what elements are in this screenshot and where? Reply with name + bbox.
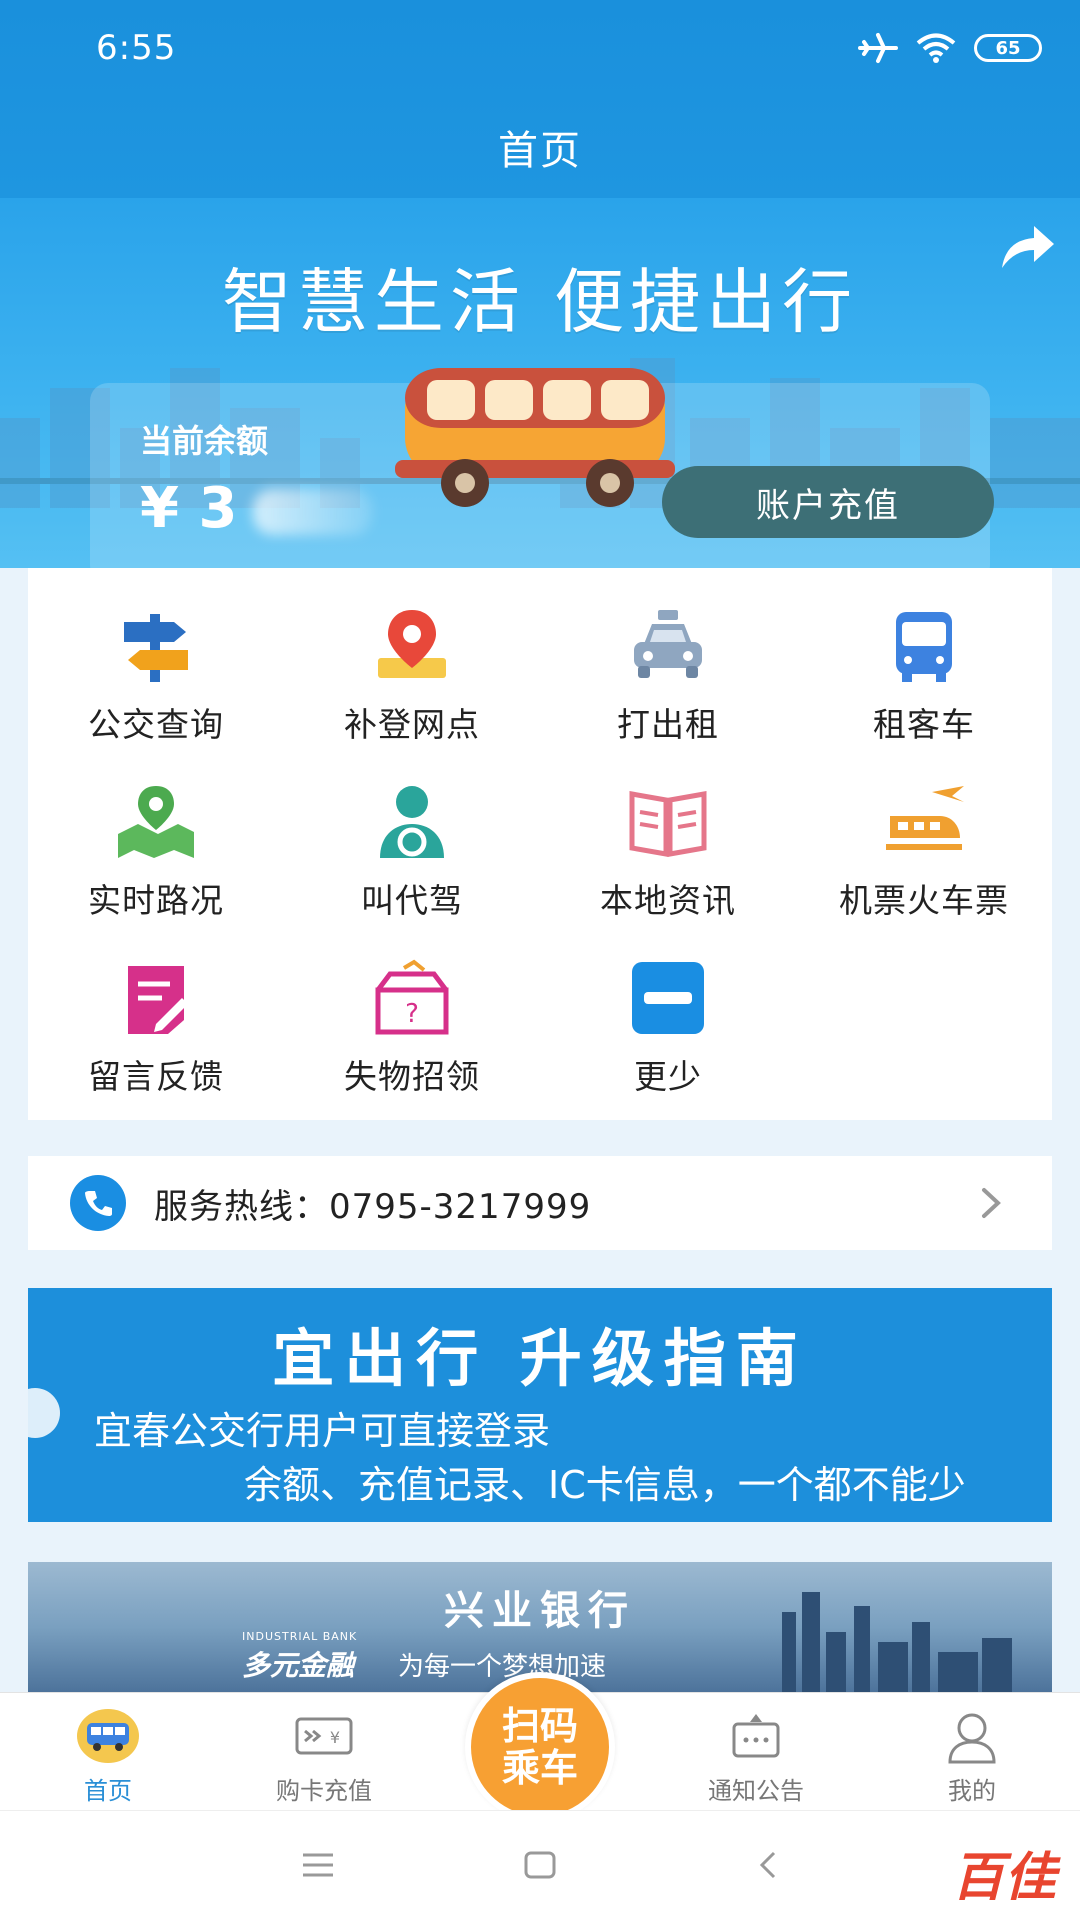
menu-label: 更少: [634, 1057, 702, 1096]
menu-item-traffic[interactable]: 实时路况: [28, 744, 284, 920]
bus-illustration: [395, 368, 675, 507]
hero-slogan: 智慧生活 便捷出行: [221, 261, 859, 343]
status-icons: 65: [858, 28, 1042, 68]
tab-profile[interactable]: 我的: [864, 1693, 1080, 1811]
page-title: 首页: [498, 128, 582, 174]
promo-line-2: 余额、充值记录、IC卡信息，一个都不能少: [244, 1463, 966, 1507]
scan-line-2: 乘车: [501, 1746, 578, 1790]
back-icon[interactable]: [746, 1847, 790, 1883]
phone-icon: [70, 1175, 126, 1231]
app-header: 6:55 65 首页: [0, 0, 1080, 198]
watermark: 百佳: [951, 1848, 1056, 1908]
menu-item-lost-found[interactable]: ? 失物招领: [284, 920, 540, 1096]
menu-label: 租客车: [873, 705, 975, 744]
tab-card-recharge[interactable]: ¥ 购卡充值: [216, 1693, 432, 1811]
menu-label: 留言反馈: [88, 1057, 224, 1096]
menu-label: 失物招领: [344, 1057, 480, 1096]
chevron-right-icon: [982, 1188, 1001, 1218]
balance-value: ¥ 3: [140, 476, 374, 541]
menu-label: 打出租: [617, 705, 719, 744]
svg-text:¥: ¥: [330, 1728, 340, 1747]
map-icon: [110, 782, 202, 862]
share-icon[interactable]: [996, 222, 1056, 274]
minus-icon: [622, 958, 714, 1038]
wifi-icon: [916, 33, 956, 63]
status-time: 6:55: [96, 28, 177, 68]
tab-label: 首页: [84, 1777, 132, 1805]
tab-label: 通知公告: [708, 1777, 804, 1805]
driver-icon: [366, 782, 458, 862]
balance-blur: [253, 488, 374, 535]
system-nav-bar: 百佳: [0, 1810, 1080, 1920]
airplane-icon: [858, 33, 898, 63]
signpost-icon: [110, 606, 202, 686]
menu-label: 公交查询: [88, 705, 224, 744]
menu-label: 实时路况: [88, 881, 224, 920]
hero-banner: 智慧生活 便捷出行 当前余额 ¥ 3 账户充值: [0, 198, 1080, 568]
menu-item-feedback[interactable]: 留言反馈: [28, 920, 284, 1096]
menu-item-charter[interactable]: 租客车: [796, 568, 1052, 744]
upgrade-guide-banner[interactable]: 宜出行 升级指南 宜春公交行用户可直接登录 余额、充值记录、IC卡信息，一个都不…: [28, 1288, 1052, 1522]
lost-found-icon: ?: [366, 958, 458, 1038]
bank-slogan-bold: 多元金融: [242, 1649, 355, 1682]
tab-label: 我的: [948, 1777, 996, 1805]
menu-item-designated-driver[interactable]: 叫代驾: [284, 744, 540, 920]
scan-line-1: 扫码: [501, 1704, 578, 1748]
recharge-button[interactable]: 账户充值: [662, 466, 994, 538]
menu-item-less[interactable]: 更少: [540, 920, 796, 1096]
bank-slogan: 为每一个梦想加速: [398, 1652, 607, 1682]
tab-label: 购卡充值: [276, 1777, 372, 1805]
tab-home[interactable]: 首页: [0, 1693, 216, 1811]
tab-notices[interactable]: 通知公告: [648, 1693, 864, 1811]
menu-label: 叫代驾: [361, 881, 463, 920]
taxi-icon: [622, 606, 714, 686]
menu-label: 机票火车票: [839, 881, 1009, 920]
menu-item-tickets[interactable]: 机票火车票: [796, 744, 1052, 920]
home-square-icon[interactable]: [518, 1847, 562, 1883]
menu-item-taxi[interactable]: 打出租: [540, 568, 796, 744]
service-hotline[interactable]: 服务热线：0795-3217999: [28, 1156, 1052, 1250]
menu-label: 本地资讯: [600, 881, 736, 920]
menu-label: 补登网点: [344, 705, 480, 744]
balance-label: 当前余额: [140, 422, 269, 460]
card-recharge-icon: ¥: [293, 1707, 355, 1765]
home-bus-icon: [77, 1707, 139, 1765]
book-icon: [622, 782, 714, 862]
notice-icon: [725, 1707, 787, 1765]
menu-item-local-news[interactable]: 本地资讯: [540, 744, 796, 920]
status-bar: 6:55 65: [0, 0, 1080, 100]
menu-icon[interactable]: [296, 1847, 340, 1883]
scan-to-ride-button[interactable]: 扫码 乘车: [465, 1672, 615, 1822]
note-edit-icon: [110, 958, 202, 1038]
hotline-text: 服务热线：0795-3217999: [154, 1186, 592, 1227]
battery-icon: 65: [974, 34, 1042, 62]
menu-item-bus-query[interactable]: 公交查询: [28, 568, 284, 744]
plane-train-icon: [878, 782, 970, 862]
promo-title: 宜出行 升级指南: [272, 1322, 808, 1395]
service-grid: 公交查询 补登网点 打出租 租客车 实时路况 叫代驾 本地资讯 机票火车票 留言…: [28, 568, 1052, 1120]
bank-title: 兴业银行: [444, 1588, 636, 1634]
balance-amount: ¥ 3: [140, 476, 238, 541]
menu-item-outlets[interactable]: 补登网点: [284, 568, 540, 744]
bank-english-name: INDUSTRIAL BANK: [242, 1630, 358, 1643]
bus-icon: [878, 606, 970, 686]
svg-text:?: ?: [405, 999, 419, 1029]
promo-line-1: 宜春公交行用户可直接登录: [94, 1409, 551, 1453]
user-icon: [941, 1707, 1003, 1765]
map-pin-icon: [366, 606, 458, 686]
